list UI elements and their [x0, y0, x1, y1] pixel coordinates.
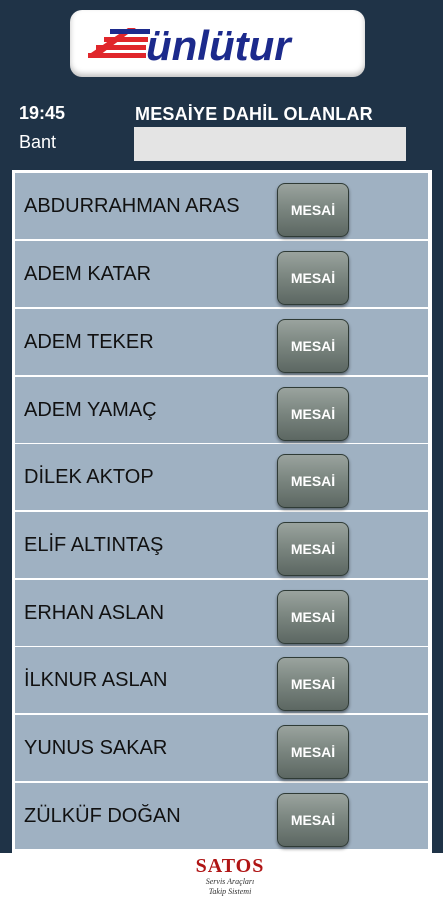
list-item: İLKNUR ASLAN MESAİ	[15, 647, 428, 713]
logo-wordmark: ünlütur	[146, 22, 293, 69]
satos-logo: SATOS Servis Araçları Takip Sistemi	[170, 855, 290, 900]
list-item: ZÜLKÜF DOĞAN MESAİ	[15, 783, 428, 849]
satos-tagline-1: Servis Araçları	[205, 877, 255, 886]
person-name: ADEM YAMAÇ	[24, 399, 157, 421]
list-item: ADEM KATAR MESAİ	[15, 241, 428, 307]
mesai-button[interactable]: MESAİ	[277, 657, 349, 711]
mesai-button[interactable]: MESAİ	[277, 454, 349, 508]
bant-label: Bant	[19, 132, 57, 152]
clock-time: 19:45	[19, 103, 66, 123]
satos-tagline-2: Takip Sistemi	[208, 887, 252, 896]
list-item: ABDURRAHMAN ARAS MESAİ	[15, 173, 428, 239]
mesai-button[interactable]: MESAİ	[277, 183, 349, 237]
mesai-button[interactable]: MESAİ	[277, 387, 349, 441]
person-name: ELİF ALTINTAŞ	[24, 534, 164, 556]
footer: SATOS Servis Araçları Takip Sistemi	[0, 853, 443, 900]
list-item: ELİF ALTINTAŞ MESAİ	[15, 512, 428, 578]
search-input[interactable]	[134, 127, 406, 161]
person-name: ABDURRAHMAN ARAS	[24, 195, 240, 217]
list-item: YUNUS SAKAR MESAİ	[15, 715, 428, 781]
personnel-list: ABDURRAHMAN ARAS MESAİ ADEM KATAR MESAİ …	[12, 170, 432, 853]
person-name: ERHAN ASLAN	[24, 602, 165, 624]
list-item: ADEM YAMAÇ MESAİ	[15, 377, 428, 443]
mesai-button[interactable]: MESAİ	[277, 793, 349, 847]
list-item: ERHAN ASLAN MESAİ	[15, 580, 428, 646]
person-name: YUNUS SAKAR	[24, 737, 168, 759]
unlutur-logo-graphic: ünlütur	[88, 22, 293, 69]
person-name: DİLEK AKTOP	[24, 466, 154, 488]
mesai-button[interactable]: MESAİ	[277, 522, 349, 576]
person-name: ADEM TEKER	[24, 331, 154, 353]
mesai-button[interactable]: MESAİ	[277, 590, 349, 644]
mesai-button[interactable]: MESAİ	[277, 725, 349, 779]
person-name: İLKNUR ASLAN	[24, 669, 168, 691]
person-name: ADEM KATAR	[24, 263, 152, 285]
list-item: ADEM TEKER MESAİ	[15, 309, 428, 375]
page-title: MESAİYE DAHİL OLANLAR	[135, 104, 373, 124]
person-name: ZÜLKÜF DOĞAN	[24, 805, 181, 827]
mesai-button[interactable]: MESAİ	[277, 251, 349, 305]
unlutur-logo: ünlütur	[70, 10, 365, 77]
mesai-button[interactable]: MESAİ	[277, 319, 349, 373]
list-item: DİLEK AKTOP MESAİ	[15, 444, 428, 510]
satos-brand: SATOS	[195, 855, 265, 877]
